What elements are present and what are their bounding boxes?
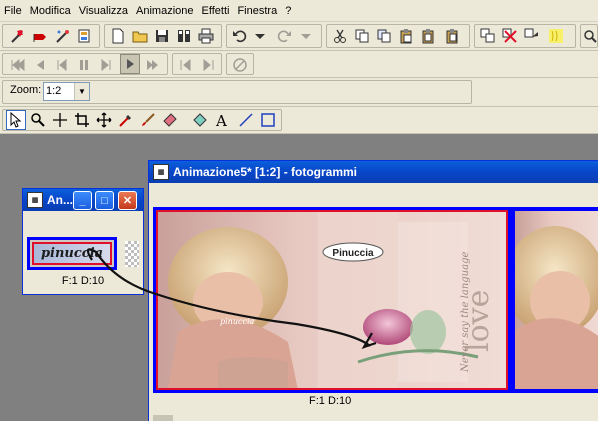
frame-2-artwork (515, 211, 598, 389)
frame-text: pinuccia (32, 242, 112, 265)
chevron-down-icon[interactable]: ▼ (74, 83, 89, 100)
menu-file[interactable]: File (2, 1, 28, 21)
standard-toolbar (0, 22, 598, 51)
zoom-select[interactable]: 1:2 ▼ (43, 82, 90, 101)
magnify-icon[interactable] (580, 26, 598, 46)
crosshair-tool-icon[interactable] (50, 110, 70, 130)
frame-1-image: Pinuccia pinuccia love Never say the lan… (156, 210, 508, 390)
frame-label-text: Pinuccia (332, 248, 374, 259)
small-animation-window[interactable]: ▦ An... _ □ ✕ pinuccia F:1 D:10 (22, 188, 144, 295)
save-frames-icon[interactable] (174, 26, 194, 46)
copy-merged-icon[interactable] (374, 26, 394, 46)
close-button[interactable]: ✕ (118, 191, 137, 210)
magic-wand-icon[interactable] (52, 26, 72, 46)
prev-frame-icon[interactable] (30, 55, 50, 75)
transparent-frame-thumbnail[interactable] (125, 241, 139, 267)
main-window-title: Animazione5* [1:2] - fotogrammi (173, 165, 358, 179)
delete-frame-icon[interactable] (500, 26, 520, 46)
animation-file-icon: ▦ (27, 192, 43, 208)
menu-help[interactable]: ? (283, 1, 297, 21)
fill-tool-icon[interactable] (190, 110, 210, 130)
step-back-icon[interactable] (52, 55, 72, 75)
save-icon[interactable] (152, 26, 172, 46)
wizard-icon[interactable] (8, 26, 28, 46)
main-window-status: F:1 D:10 (309, 395, 352, 407)
paste-icon[interactable] (396, 26, 416, 46)
banner-wizard-icon[interactable] (30, 26, 50, 46)
undo-dropdown-icon[interactable] (250, 26, 270, 46)
menu-bar: File Modifica Visualizza Animazione Effe… (0, 0, 598, 22)
zoom-tool-icon[interactable] (28, 110, 48, 130)
move-frame-right-icon[interactable] (198, 55, 218, 75)
svg-text:A: A (215, 112, 227, 128)
paste-before-icon[interactable] (418, 26, 438, 46)
crop-tool-icon[interactable] (72, 110, 92, 130)
small-window-status: F:1 D:10 (61, 275, 105, 287)
line-tool-icon[interactable] (236, 110, 256, 130)
maximize-button[interactable]: □ (95, 191, 114, 210)
preview-icon[interactable] (230, 55, 250, 75)
print-icon[interactable] (196, 26, 216, 46)
next-frame-icon[interactable] (142, 55, 162, 75)
animation-file-icon: ▦ (153, 164, 169, 180)
tools-toolbar: A (0, 107, 598, 134)
move-frame-left-icon[interactable] (176, 55, 196, 75)
brush-tool-icon[interactable] (138, 110, 158, 130)
insert-frame-icon[interactable] (478, 26, 498, 46)
menu-animazione[interactable]: Animazione (134, 1, 199, 21)
menu-modifica[interactable]: Modifica (28, 1, 77, 21)
frame-signature-text: pinuccia (220, 317, 255, 326)
redo-icon[interactable] (274, 26, 294, 46)
dropper-tool-icon[interactable] (116, 110, 136, 130)
horizontal-scrollbar[interactable] (153, 415, 173, 421)
cut-icon[interactable] (330, 26, 350, 46)
eraser-tool-icon[interactable] (160, 110, 180, 130)
rectangle-tool-icon[interactable] (258, 110, 278, 130)
move-tool-icon[interactable] (94, 110, 114, 130)
minimize-button[interactable]: _ (73, 191, 92, 210)
main-animation-window[interactable]: ▦ Animazione5* [1:2] - fotogrammi Pinucc… (148, 160, 598, 421)
redo-dropdown-icon[interactable] (296, 26, 316, 46)
arrow-tool-icon[interactable] (6, 110, 26, 130)
frame-2[interactable] (511, 207, 598, 393)
open-folder-icon[interactable] (130, 26, 150, 46)
paste-after-icon[interactable] (442, 26, 462, 46)
menu-finestra[interactable]: Finestra (235, 1, 283, 21)
small-frame-thumbnail[interactable]: pinuccia (27, 237, 117, 270)
zoom-value: 1:2 (46, 85, 62, 97)
first-frame-icon[interactable] (8, 55, 28, 75)
menu-effetti[interactable]: Effetti (200, 1, 236, 21)
cut-film-icon[interactable] (74, 26, 94, 46)
new-file-icon[interactable] (108, 26, 128, 46)
step-forward-icon[interactable] (96, 55, 116, 75)
frame-properties-icon[interactable] (522, 26, 542, 46)
undo-icon[interactable] (230, 26, 250, 46)
frames-area: Pinuccia pinuccia love Never say the lan… (153, 185, 598, 421)
small-window-titlebar[interactable]: ▦ An... _ □ ✕ (23, 189, 143, 211)
pause-icon[interactable] (74, 55, 94, 75)
text-tool-icon[interactable]: A (212, 110, 232, 130)
play-icon[interactable] (120, 54, 140, 74)
copy-icon[interactable] (352, 26, 372, 46)
frame-vertical-text: Never say the language (460, 252, 471, 373)
menu-visualizza[interactable]: Visualizza (77, 1, 134, 21)
frame-1-artwork: Pinuccia pinuccia love Never say the lan… (158, 212, 506, 388)
frame-1[interactable]: Pinuccia pinuccia love Never say the lan… (153, 207, 511, 393)
zoom-label: Zoom: (10, 84, 42, 96)
small-window-title: An... (47, 193, 73, 207)
playback-toolbar (0, 51, 598, 78)
onion-skin-icon[interactable] (546, 26, 566, 46)
main-window-titlebar[interactable]: ▦ Animazione5* [1:2] - fotogrammi (149, 161, 598, 183)
